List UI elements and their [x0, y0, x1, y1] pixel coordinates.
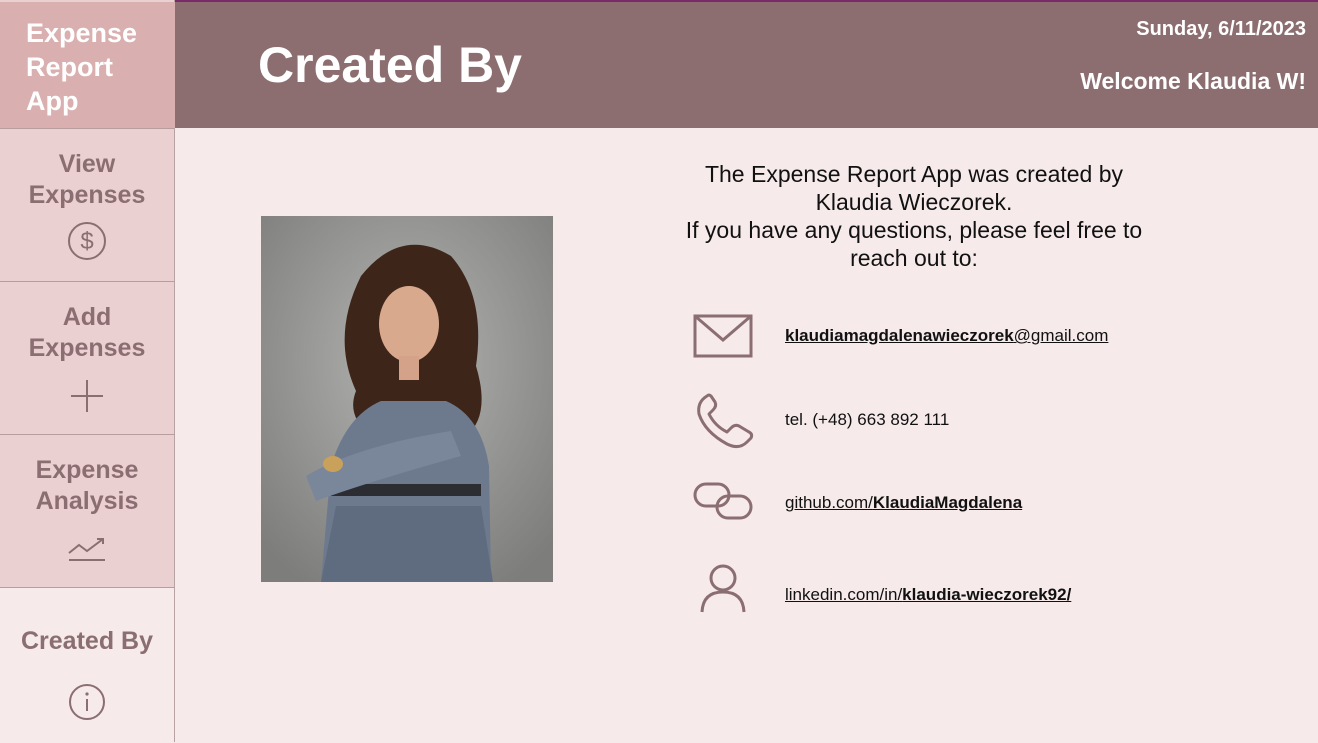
phone-contact: tel. (+48) 663 892 111 — [693, 392, 1213, 452]
nav-label: Created By — [21, 627, 153, 655]
svg-text:$: $ — [80, 228, 93, 255]
page-title: Created By — [258, 37, 522, 93]
nav-label: Expense Analysis — [35, 456, 139, 515]
dollar-icon: $ — [68, 222, 106, 260]
current-date: Sunday, 6/11/2023 — [1136, 18, 1306, 40]
person-icon — [700, 564, 746, 613]
nav-created-by[interactable]: Created By — [0, 587, 174, 743]
linkedin-link[interactable]: linkedin.com/in/klaudia-wieczorek92/ — [785, 585, 1071, 605]
mail-icon — [693, 314, 753, 358]
nav-label: View Expenses — [28, 150, 146, 209]
nav-add-expenses[interactable]: Add Expenses — [0, 281, 174, 434]
plus-icon — [71, 380, 103, 412]
sidebar: Expense Report App View Expenses $ Add E… — [0, 0, 175, 743]
email-link[interactable]: klaudiamagdalenawieczorek@gmail.com — [785, 326, 1108, 346]
app-title: Expense Report App — [26, 18, 138, 116]
link-icon — [693, 482, 753, 520]
phone-icon — [697, 393, 754, 449]
linkedin-contact: linkedin.com/in/klaudia-wieczorek92/ — [693, 562, 1213, 622]
header-bar: Created By Sunday, 6/11/2023 Welcome Kla… — [175, 2, 1318, 128]
info-icon — [69, 684, 105, 720]
intro-text: The Expense Report App was created by Kl… — [685, 161, 1143, 271]
welcome-message: Welcome Klaudia W! — [1080, 68, 1306, 94]
app-logo: Expense Report App — [0, 2, 175, 128]
author-photo — [261, 216, 553, 582]
nav-label: Add Expenses — [28, 303, 146, 362]
trend-icon — [68, 538, 105, 561]
phone-number: tel. (+48) 663 892 111 — [785, 410, 950, 429]
github-link[interactable]: github.com/KlaudiaMagdalena — [785, 493, 1022, 513]
nav-expense-analysis[interactable]: Expense Analysis — [0, 434, 174, 587]
email-contact: klaudiamagdalenawieczorek@gmail.com — [693, 312, 1213, 372]
nav-view-expenses[interactable]: View Expenses $ — [0, 128, 174, 281]
github-contact: github.com/KlaudiaMagdalena — [693, 478, 1213, 538]
